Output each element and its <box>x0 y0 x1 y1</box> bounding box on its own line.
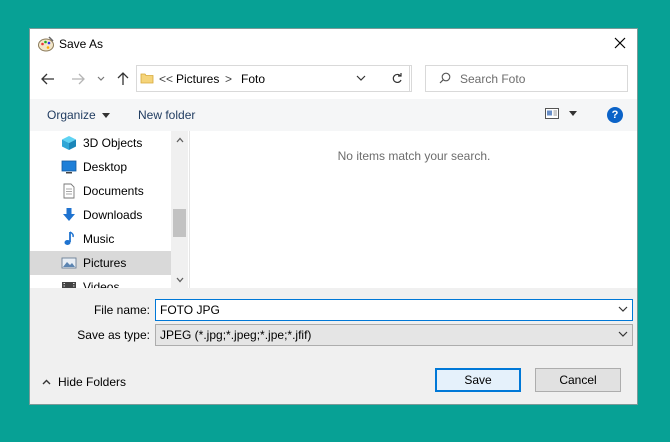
chevron-down-icon[interactable] <box>618 305 628 313</box>
caret-down-icon <box>101 112 110 118</box>
forward-button[interactable] <box>70 69 86 89</box>
window-title: Save As <box>59 37 104 51</box>
nav-item-3d-objects[interactable]: 3D Objects <box>30 131 171 155</box>
file-name-label: File name: <box>93 303 150 317</box>
address-path-box[interactable]: << Pictures > Foto <box>136 65 412 92</box>
address-bar-row: << Pictures > Foto <box>30 62 637 96</box>
arrow-up-icon <box>117 72 129 85</box>
address-dropdown-button[interactable] <box>356 72 370 86</box>
save-form-panel: File name: Save as type: JPEG (*.jpg;*.j… <box>30 288 637 404</box>
arrow-right-icon <box>72 73 85 85</box>
nav-label: Downloads <box>83 208 143 222</box>
navigation-pane[interactable]: 3D Objects Desktop Documents Downloads M… <box>30 131 189 288</box>
recent-locations-button[interactable] <box>96 69 106 89</box>
breadcrumb-overflow[interactable]: << <box>159 72 173 86</box>
save-type-label: Save as type: <box>77 328 150 342</box>
nav-label: Documents <box>83 184 144 198</box>
refresh-icon <box>392 72 402 83</box>
close-button[interactable] <box>607 31 633 55</box>
chevron-down-icon <box>176 277 183 282</box>
nav-item-videos[interactable]: Videos <box>30 275 171 288</box>
document-icon <box>63 183 75 199</box>
chevron-up-icon <box>176 137 183 142</box>
organize-button[interactable]: Organize <box>47 108 110 122</box>
download-arrow-icon <box>63 208 75 221</box>
nav-label: Music <box>83 232 115 246</box>
empty-message: No items match your search. <box>337 149 491 163</box>
view-details-icon <box>545 108 559 119</box>
breadcrumb-pictures[interactable]: Pictures <box>176 72 219 86</box>
title-bar[interactable]: Save As <box>30 29 637 59</box>
file-name-input[interactable] <box>160 302 600 318</box>
scroll-up-button[interactable] <box>171 131 188 148</box>
search-box[interactable] <box>425 65 628 92</box>
pictures-icon <box>61 257 77 269</box>
nav-item-music[interactable]: Music <box>30 227 171 251</box>
video-icon <box>62 282 76 288</box>
organize-label: Organize <box>47 108 96 122</box>
chevron-down-icon <box>356 75 366 81</box>
file-list-area[interactable]: No items match your search. <box>189 131 638 288</box>
chevron-down-icon <box>618 331 628 337</box>
help-button[interactable]: ? <box>607 107 623 123</box>
hide-folders-button[interactable]: Hide Folders <box>42 375 126 389</box>
nav-label: 3D Objects <box>83 136 143 150</box>
scroll-thumb[interactable] <box>173 209 186 237</box>
chevron-up-icon <box>42 379 51 385</box>
cancel-button[interactable]: Cancel <box>535 368 621 392</box>
chevron-down-icon <box>97 76 105 81</box>
save-as-dialog: Save As << Pictures > Foto Search Foto O… <box>29 28 638 405</box>
paint-palette-icon <box>38 36 54 52</box>
search-input[interactable] <box>460 70 620 87</box>
breadcrumb-foto[interactable]: Foto <box>241 72 265 86</box>
up-button[interactable] <box>115 69 131 89</box>
hide-folders-label: Hide Folders <box>58 375 127 389</box>
change-view-button[interactable] <box>545 108 577 119</box>
desktop-icon <box>61 160 77 174</box>
file-name-combobox[interactable] <box>155 299 633 321</box>
cube-icon <box>62 136 76 150</box>
nav-label: Pictures <box>83 256 127 270</box>
save-button[interactable]: Save <box>435 368 521 392</box>
command-toolbar: Organize New folder ? <box>30 99 637 131</box>
save-type-select[interactable]: JPEG (*.jpg;*.jpeg;*.jpe;*.jfif) <box>155 324 633 346</box>
arrow-left-icon <box>41 73 54 85</box>
scroll-down-button[interactable] <box>171 271 188 288</box>
folder-icon <box>140 73 154 84</box>
music-note-icon <box>64 231 74 245</box>
nav-label: Videos <box>83 280 120 288</box>
close-icon <box>614 37 626 49</box>
refresh-button[interactable] <box>384 65 410 92</box>
new-folder-button[interactable]: New folder <box>138 108 195 122</box>
nav-item-downloads[interactable]: Downloads <box>30 203 171 227</box>
nav-scrollbar[interactable] <box>171 131 188 288</box>
save-type-value: JPEG (*.jpg;*.jpeg;*.jpe;*.jfif) <box>160 328 312 342</box>
nav-item-documents[interactable]: Documents <box>30 179 171 203</box>
nav-item-pictures[interactable]: Pictures <box>30 251 171 275</box>
caret-down-icon <box>569 111 577 116</box>
breadcrumb-separator[interactable]: > <box>225 72 232 86</box>
nav-item-desktop[interactable]: Desktop <box>30 155 171 179</box>
nav-label: Desktop <box>83 160 128 174</box>
search-icon <box>439 72 451 84</box>
back-button[interactable] <box>40 69 56 89</box>
